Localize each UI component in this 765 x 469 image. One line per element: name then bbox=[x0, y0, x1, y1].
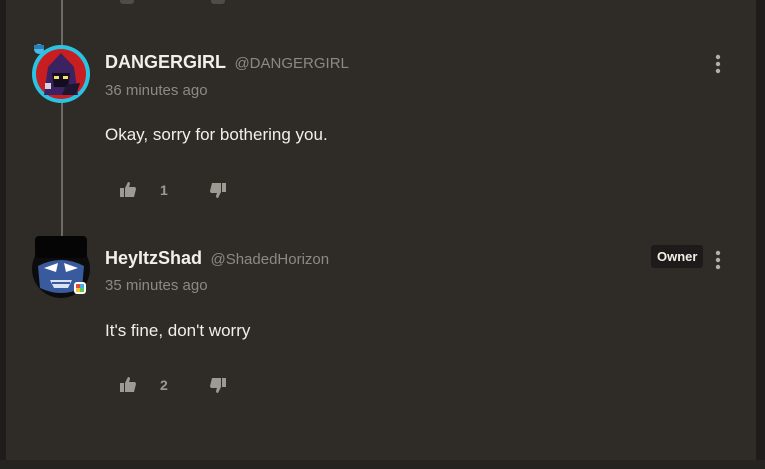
blue-hooded-character-avatar[interactable] bbox=[30, 236, 92, 298]
like-count: 2 bbox=[160, 377, 168, 393]
author-row: HeyItzShad @ShadedHorizon bbox=[105, 248, 329, 269]
owner-badge: Owner bbox=[651, 245, 704, 268]
more-vertical-icon[interactable] bbox=[710, 53, 726, 75]
like-count: 1 bbox=[160, 182, 168, 198]
author-handle[interactable]: @ShadedHorizon bbox=[210, 251, 329, 268]
comment-body: It's fine, don't worry bbox=[105, 321, 251, 340]
thumbs-up-icon[interactable] bbox=[118, 180, 138, 200]
thumbs-down-icon[interactable] bbox=[208, 375, 228, 395]
thumbs-down-icon[interactable] bbox=[208, 180, 228, 200]
dark-hooded-character-avatar[interactable] bbox=[30, 43, 92, 105]
previous-like-button-fragment[interactable] bbox=[120, 0, 134, 4]
comment-timestamp[interactable]: 36 minutes ago bbox=[105, 82, 208, 99]
comment-timestamp[interactable]: 35 minutes ago bbox=[105, 277, 208, 294]
reply-thread-line bbox=[61, 0, 63, 236]
author-handle[interactable]: @DANGERGIRL bbox=[234, 55, 348, 72]
comment-body: Okay, sorry for bothering you. bbox=[105, 125, 328, 144]
vote-row: 1 bbox=[118, 180, 248, 200]
panel-bottom-edge bbox=[0, 460, 765, 469]
thumbs-up-icon[interactable] bbox=[118, 375, 138, 395]
vote-row: 2 bbox=[118, 375, 248, 395]
author-row: DANGERGIRL @DANGERGIRL bbox=[105, 52, 349, 73]
more-vertical-icon[interactable] bbox=[710, 249, 726, 271]
author-name[interactable]: DANGERGIRL bbox=[105, 52, 226, 72]
previous-dislike-button-fragment[interactable] bbox=[211, 0, 225, 4]
author-name[interactable]: HeyItzShad bbox=[105, 248, 202, 268]
